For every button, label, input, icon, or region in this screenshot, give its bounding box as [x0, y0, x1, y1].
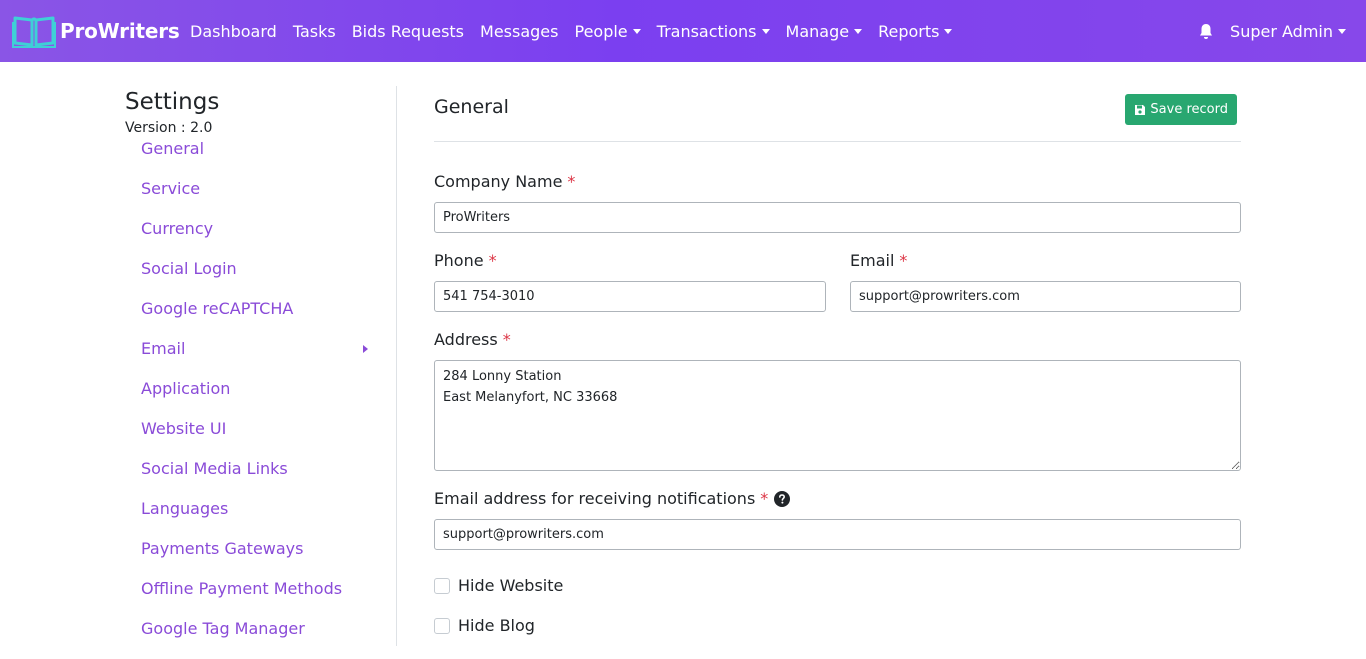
- nav-manage-dropdown[interactable]: Manage: [786, 22, 863, 41]
- sidebar-item-google-recaptcha[interactable]: Google reCAPTCHA: [125, 299, 396, 339]
- nav-reports-dropdown[interactable]: Reports: [878, 21, 953, 41]
- save-record-button[interactable]: Save record: [1125, 94, 1237, 125]
- nav-dashboard[interactable]: Dashboard: [190, 22, 277, 41]
- nav-tasks[interactable]: Tasks: [293, 22, 336, 41]
- company-name-input[interactable]: [434, 202, 1241, 233]
- caret-down-icon: [854, 28, 863, 34]
- hide-website-checkbox[interactable]: [434, 577, 450, 594]
- sidebar-item-offline-payment-methods[interactable]: Offline Payment Methods: [125, 579, 396, 619]
- top-navbar: ProWriters Dashboard Tasks Bids Requests…: [0, 0, 1366, 62]
- notification-email-label-text: Email address for receiving notification…: [434, 489, 756, 508]
- version-text: Version : 2.0: [125, 120, 213, 136]
- nav-transactions-label: Transactions: [656, 21, 757, 41]
- caret-down-icon: [761, 28, 770, 34]
- required-marker: *: [502, 330, 511, 349]
- hide-blog-row: Hide Blog: [434, 616, 535, 635]
- address-label-text: Address: [434, 330, 498, 349]
- user-menu-dropdown[interactable]: Super Admin: [1230, 22, 1346, 41]
- email-label-text: Email: [850, 251, 895, 270]
- brand-name: ProWriters: [60, 19, 180, 43]
- nav-right: Super Admin: [1198, 0, 1346, 62]
- company-name-label-text: Company Name: [434, 172, 563, 191]
- hide-website-row: Hide Website: [434, 576, 563, 595]
- hide-blog-checkbox[interactable]: [434, 617, 450, 634]
- email-label: Email *: [850, 251, 907, 270]
- page-title: General: [434, 96, 509, 118]
- address-textarea[interactable]: 284 Lonny Station East Melanyfort, NC 33…: [434, 360, 1241, 471]
- nav-bids-requests[interactable]: Bids Requests: [352, 22, 464, 41]
- sidebar-item-email[interactable]: Email: [125, 339, 396, 379]
- phone-label: Phone *: [434, 251, 497, 270]
- open-book-icon: [12, 16, 56, 48]
- required-marker: *: [488, 251, 497, 270]
- caret-down-icon: [632, 28, 641, 34]
- nav-dashboard-label: Dashboard: [190, 21, 277, 41]
- sidebar-item-service[interactable]: Service: [125, 179, 396, 219]
- required-marker: *: [760, 489, 769, 508]
- save-record-label: Save record: [1150, 102, 1228, 117]
- sidebar-title: Settings: [125, 89, 220, 115]
- sidebar-item-website-ui[interactable]: Website UI: [125, 419, 396, 459]
- nav-people-label: People: [574, 21, 628, 41]
- settings-menu: General Service Currency Social Login Go…: [125, 139, 396, 659]
- sidebar-item-general[interactable]: General: [125, 139, 396, 179]
- main-content: General Save record Company Name* Phone*…: [434, 86, 1241, 635]
- question-circle-icon[interactable]: [774, 490, 791, 507]
- company-name-label: Company Name *: [434, 172, 575, 191]
- sidebar-item-google-tag-manager[interactable]: Google Tag Manager: [125, 619, 396, 659]
- sidebar-item-social-media-links[interactable]: Social Media Links: [125, 459, 396, 499]
- notification-email-label: Email address for receiving notification…: [434, 489, 791, 508]
- sidebar-item-email-label: Email: [141, 339, 186, 358]
- notifications-bell-icon[interactable]: [1198, 23, 1214, 40]
- caret-right-icon: [363, 345, 368, 353]
- nav-messages[interactable]: Messages: [480, 22, 558, 41]
- hide-blog-label: Hide Blog: [458, 616, 535, 635]
- required-marker: *: [567, 172, 576, 191]
- notification-email-input[interactable]: [434, 519, 1241, 550]
- nav-manage-label: Manage: [785, 21, 850, 41]
- brand-logo-link[interactable]: ProWriters: [12, 14, 180, 48]
- main-header: General Save record: [434, 86, 1241, 142]
- nav-transactions-dropdown[interactable]: Transactions: [657, 22, 770, 41]
- nav-people-dropdown[interactable]: People: [574, 21, 641, 41]
- address-label: Address *: [434, 330, 511, 349]
- sidebar-item-currency[interactable]: Currency: [125, 219, 396, 259]
- user-name: Super Admin: [1230, 21, 1333, 41]
- nav-reports-label: Reports: [878, 21, 940, 41]
- hide-website-label: Hide Website: [458, 576, 564, 595]
- caret-down-icon: [944, 28, 953, 34]
- floppy-disk-icon: [1135, 104, 1146, 115]
- nav-tasks-label: Tasks: [292, 21, 336, 41]
- sidebar-item-payments-gateways[interactable]: Payments Gateways: [125, 539, 396, 579]
- phone-label-text: Phone: [434, 251, 484, 270]
- settings-sidebar: Settings Version : 2.0 General Service C…: [125, 86, 397, 646]
- nav-links: Dashboard Tasks Bids Requests Messages P…: [190, 0, 968, 62]
- email-input[interactable]: [850, 281, 1241, 312]
- sidebar-item-application[interactable]: Application: [125, 379, 396, 419]
- nav-messages-label: Messages: [480, 21, 559, 41]
- sidebar-item-languages[interactable]: Languages: [125, 499, 396, 539]
- caret-down-icon: [1338, 28, 1346, 34]
- nav-bids-requests-label: Bids Requests: [351, 21, 465, 41]
- sidebar-item-social-login[interactable]: Social Login: [125, 259, 396, 299]
- phone-input[interactable]: [434, 281, 826, 312]
- required-marker: *: [899, 251, 908, 270]
